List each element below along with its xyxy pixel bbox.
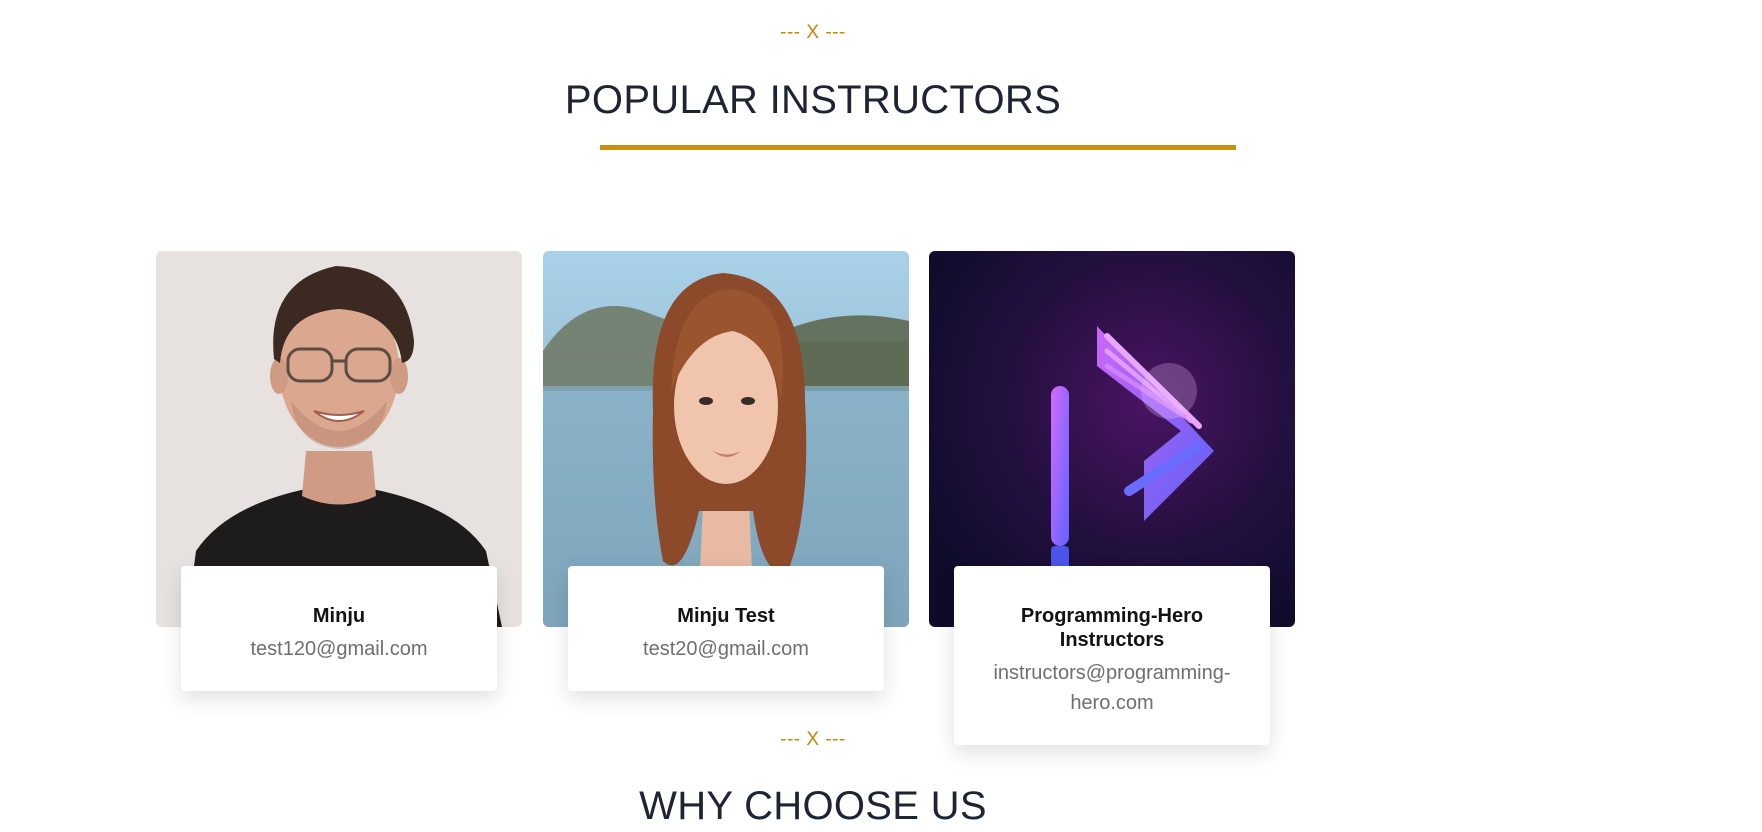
instructor-card[interactable]: Minju Test test20@gmail.com [543,251,909,691]
section-title-why-choose-us: WHY CHOOSE US [639,784,987,828]
instructor-name: Minju Test [677,605,775,627]
page: --- X --- POPULAR INSTRUCTORS Minju test… [0,0,1762,832]
instructor-info: Programming-Hero Instructors instructors… [954,566,1270,745]
section-divider: --- X --- [780,729,846,750]
instructor-card[interactable]: Programming-Hero Instructors instructors… [929,251,1295,745]
title-underline [600,145,1236,150]
instructor-card[interactable]: Minju test120@gmail.com [156,251,522,691]
instructor-info: Minju test120@gmail.com [181,566,497,691]
instructor-email: test20@gmail.com [643,638,809,660]
instructor-email: test120@gmail.com [250,638,428,660]
instructor-info: Minju Test test20@gmail.com [568,566,884,691]
instructor-email: instructors@programming-hero.com [993,662,1231,714]
section-title-popular-instructors: POPULAR INSTRUCTORS [564,78,1062,122]
instructor-name: Programming-Hero Instructors [1020,605,1204,651]
section-divider: --- X --- [780,22,846,43]
instructor-name: Minju [312,605,366,627]
